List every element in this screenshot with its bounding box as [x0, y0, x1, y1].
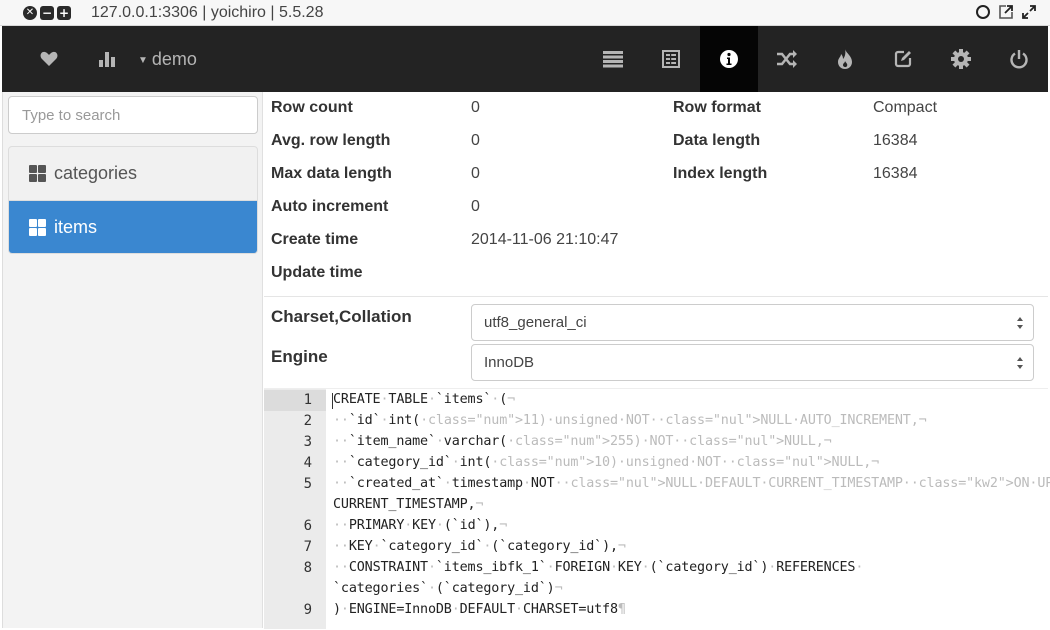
- database-selector[interactable]: ▼ demo: [138, 49, 197, 70]
- create-time-value: 2014-11-06 21:10:47: [471, 231, 619, 248]
- code-line: CURRENT_TIMESTAMP,¬: [333, 497, 484, 512]
- engine-select[interactable]: InnoDB: [471, 344, 1034, 381]
- line-number: 1: [303, 392, 312, 408]
- data-length-value: 16384: [873, 132, 918, 149]
- table-grid-icon: [29, 165, 46, 182]
- window-controls: ✕ − +: [23, 5, 71, 20]
- code-line: ··`item_name`·varchar(·class="num">255)·…: [333, 434, 832, 449]
- line-number: 3: [303, 434, 312, 450]
- code-line: `categories`·(`category_id`)¬: [333, 581, 563, 596]
- code-line: ··`category_id`·int(·class="num">10)·uns…: [333, 455, 880, 470]
- table-item-label: categories: [54, 163, 138, 183]
- table-stats: Row count 0 Avg. row length 0 Max data l…: [264, 92, 1048, 296]
- table-search-input[interactable]: [8, 96, 258, 134]
- fire-icon[interactable]: [816, 26, 874, 92]
- table-item-items[interactable]: items: [9, 200, 257, 253]
- code-line: ··`created_at`·timestamp·NOT··class="nul…: [333, 476, 1050, 491]
- row-count-value: 0: [471, 99, 480, 116]
- line-number: 2: [303, 413, 312, 429]
- maximize-window-button[interactable]: +: [57, 5, 71, 20]
- table-grid-icon: [29, 218, 46, 236]
- data-length-label: Data length: [673, 132, 761, 149]
- line-number: 9: [303, 602, 312, 618]
- charset-select[interactable]: utf8_general_ci: [471, 304, 1034, 341]
- shuffle-icon[interactable]: [758, 26, 816, 92]
- avg-row-length-label: Avg. row length: [271, 132, 391, 149]
- charset-row: Charset,Collation utf8_general_ci: [264, 304, 1048, 344]
- code-line: ··CONSTRAINT·`items_ibfk_1`·FOREIGN·KEY·…: [333, 560, 864, 575]
- select-arrows-icon: [1017, 317, 1023, 329]
- circle-icon[interactable]: [974, 3, 992, 21]
- create-table-editor[interactable]: 1 2 3 4 5 6 7 8 9 CREATE·TABLE·`items`·(…: [264, 388, 1050, 629]
- line-number-gutter: 1 2 3 4 5 6 7 8 9: [264, 389, 326, 629]
- table-list: categories items: [8, 146, 258, 254]
- window-title: 127.0.0.1:3306 | yoichiro | 5.5.28: [91, 3, 324, 21]
- engine-row: Engine InnoDB: [264, 344, 1048, 384]
- auto-increment-label: Auto increment: [271, 198, 389, 215]
- sidebar: categories items: [2, 92, 263, 628]
- engine-label: Engine: [271, 347, 328, 366]
- line-number: 4: [303, 455, 312, 471]
- line-number: 7: [303, 539, 312, 555]
- code-line: ··PRIMARY·KEY·(`id`),¬: [333, 518, 508, 533]
- edit-icon[interactable]: [874, 26, 932, 92]
- avg-row-length-value: 0: [471, 132, 480, 149]
- select-arrows-icon: [1017, 357, 1023, 369]
- database-name: demo: [151, 48, 197, 69]
- list-icon[interactable]: [584, 26, 642, 92]
- minimize-window-button[interactable]: −: [40, 5, 54, 20]
- max-data-length-label: Max data length: [271, 165, 392, 182]
- code-line: CREATE·TABLE·`items`·(¬: [333, 392, 516, 407]
- code-line: )·ENGINE=InnoDB·DEFAULT·CHARSET=utf8¶: [333, 602, 626, 617]
- row-count-label: Row count: [271, 99, 353, 116]
- caret-down-icon: ▼: [138, 54, 148, 66]
- table-info-panel: Row count 0 Avg. row length 0 Max data l…: [264, 92, 1050, 629]
- top-navbar: ▼ demo: [2, 26, 1048, 92]
- power-icon[interactable]: [990, 26, 1048, 92]
- row-format-label: Row format: [673, 99, 761, 116]
- row-format-value: Compact: [873, 99, 938, 116]
- bar-chart-icon[interactable]: [78, 26, 136, 92]
- code-line: ··KEY·`category_id`·(`category_id`),¬: [333, 539, 626, 554]
- charset-label: Charset,Collation: [271, 307, 412, 326]
- window-titlebar: ✕ − + 127.0.0.1:3306 | yoichiro | 5.5.28: [0, 0, 1050, 26]
- auto-increment-value: 0: [471, 198, 480, 215]
- engine-selected-value: InnoDB: [484, 354, 535, 371]
- external-link-icon[interactable]: [997, 3, 1015, 21]
- fullscreen-icon[interactable]: [1020, 3, 1038, 21]
- table-item-categories[interactable]: categories: [9, 147, 257, 200]
- line-number: 8: [303, 560, 312, 576]
- max-data-length-value: 0: [471, 165, 480, 182]
- code-line: ··`id`·int(·class="num">11)·unsigned·NOT…: [333, 413, 927, 428]
- heart-icon[interactable]: [20, 26, 78, 92]
- line-number: 6: [303, 518, 312, 534]
- update-time-label: Update time: [271, 264, 363, 281]
- index-length-label: Index length: [673, 165, 768, 182]
- gear-icon[interactable]: [932, 26, 990, 92]
- table-item-label: items: [54, 216, 98, 237]
- line-number: 5: [303, 476, 312, 492]
- close-window-button[interactable]: ✕: [23, 5, 37, 20]
- table-icon[interactable]: [642, 26, 700, 92]
- index-length-value: 16384: [873, 165, 918, 182]
- charset-selected-value: utf8_general_ci: [484, 314, 587, 331]
- info-icon[interactable]: [700, 26, 758, 92]
- create-time-label: Create time: [271, 231, 359, 248]
- section-divider: [264, 296, 1048, 297]
